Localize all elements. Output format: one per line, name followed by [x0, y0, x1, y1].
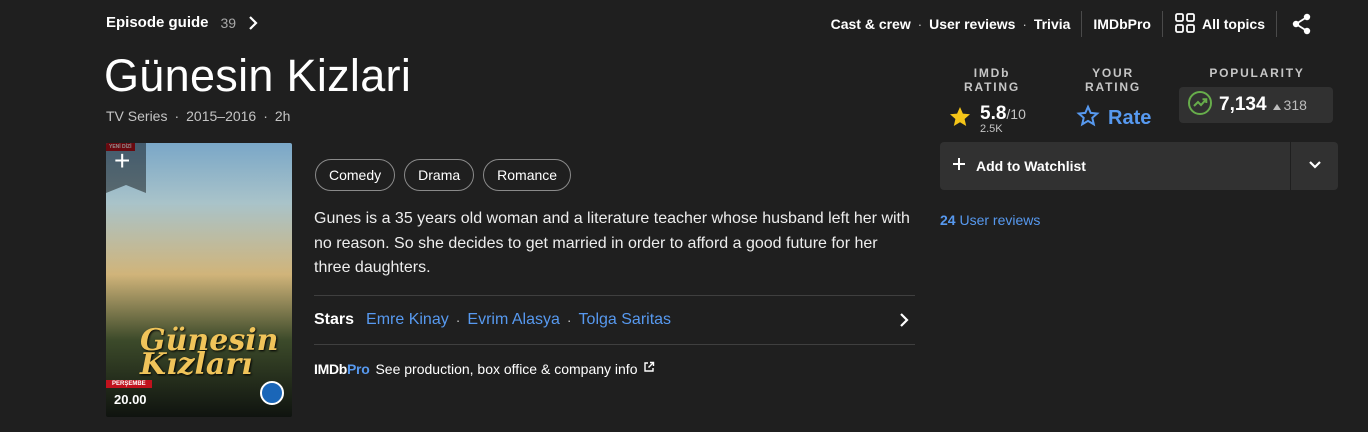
stars-separator: · [566, 312, 572, 328]
top-bar: Episode guide 39 Cast & crew · User revi… [106, 0, 1314, 48]
star-outline-icon [1076, 104, 1100, 133]
title-page: Episode guide 39 Cast & crew · User revi… [0, 0, 1368, 432]
popularity-change: 318 [1272, 97, 1307, 113]
genre-chip-romance[interactable]: Romance [483, 159, 572, 191]
popularity-delta: 318 [1283, 97, 1307, 113]
imdb-rating-value: 5.8/10 2.5K [944, 103, 1040, 135]
imdbpro-info-text: See production, box office & company inf… [375, 361, 638, 377]
plot-summary: Gunes is a 35 years old woman and a lite… [314, 210, 910, 276]
chevron-right-icon [899, 313, 909, 327]
popularity-rank: 7,134 [1219, 94, 1267, 115]
release-years: 2015–2016 [186, 108, 257, 124]
imdb-score-number: 5.8 [980, 103, 1007, 124]
title-type: TV Series [106, 108, 168, 124]
imdb-rating-heading: IMDb RATING [964, 66, 1020, 94]
chevron-right-icon [248, 15, 258, 30]
rate-button[interactable]: Rate [1064, 104, 1162, 133]
stars-separator: · [455, 312, 461, 328]
popularity-block: POPULARITY 7,134 318 [1179, 66, 1334, 123]
star-link[interactable]: Emre Kinay [366, 311, 449, 329]
imdbpro-logo-b: Pro [347, 361, 370, 377]
user-reviews-count: 24 [940, 212, 956, 228]
nav-separator: · [1022, 16, 1027, 32]
poster-air-time: 20.00 [114, 392, 147, 407]
user-reviews-count-link[interactable]: 24 User reviews [940, 212, 1040, 228]
meta-separator: · [263, 108, 268, 124]
plus-icon: + [114, 145, 131, 176]
imdbpro-logo-a: IMDb [314, 361, 348, 377]
all-topics-label: All topics [1201, 16, 1265, 32]
episode-guide-label: Episode guide [106, 14, 209, 31]
nav-separator: · [917, 16, 923, 32]
star-icon [948, 105, 972, 134]
popularity-meter[interactable]: 7,134 318 [1179, 87, 1333, 123]
star-link[interactable]: Evrim Alasya [467, 311, 559, 329]
all-topics-button[interactable]: All topics [1174, 12, 1265, 37]
plus-icon [951, 156, 967, 177]
divider [314, 344, 915, 345]
trending-up-icon [1187, 90, 1213, 121]
user-reviews-label: User reviews [959, 212, 1041, 228]
caret-up-icon [1272, 97, 1281, 113]
poster-day-badge: PERŞEMBE [106, 380, 152, 388]
share-icon[interactable] [1290, 12, 1314, 36]
watchlist-dropdown-button[interactable] [1291, 142, 1338, 190]
poster-image[interactable]: YENİ DİZİ Günesin Kızları PERŞEMBE 20.00… [106, 143, 292, 417]
add-to-watchlist-label: Add to Watchlist [976, 158, 1086, 174]
stars-label: Stars [314, 311, 355, 328]
channel-logo [260, 381, 284, 405]
popularity-heading: POPULARITY [1209, 66, 1305, 80]
trivia-link[interactable]: Trivia [1034, 16, 1071, 32]
episode-count: 39 [220, 14, 237, 31]
genre-chip-comedy[interactable]: Comedy [315, 159, 396, 191]
your-rating-heading: YOUR RATING [1085, 66, 1141, 94]
nav-divider [1081, 11, 1083, 37]
imdb-rating-block[interactable]: IMDb RATING 5.8/10 2.5K [944, 66, 1040, 135]
title-topics-nav: Cast & crew · User reviews · Trivia IMDb… [831, 8, 1314, 40]
imdbpro-link[interactable]: IMDbPro [1093, 16, 1151, 32]
genre-chips: Comedy Drama Romance [315, 159, 572, 191]
page-title: Günesin Kizlari [104, 50, 412, 101]
star-link[interactable]: Tolga Saritas [579, 311, 672, 329]
title-metadata: TV Series · 2015–2016 · 2h [106, 108, 290, 124]
episode-guide-link[interactable]: Episode guide 39 [106, 14, 258, 31]
nav-divider [1276, 11, 1277, 37]
external-link-icon [643, 360, 655, 378]
chevron-down-icon [1308, 157, 1322, 175]
imdb-score: 5.8/10 2.5K [980, 103, 1026, 135]
imdbpro-logo: IMDbPro [314, 361, 370, 377]
your-rating-block: YOUR RATING Rate [1064, 66, 1162, 133]
poster-logo-text: Günesin Kızları [140, 323, 279, 382]
watchlist-control: Add to Watchlist [940, 142, 1338, 190]
ratings-bar: IMDb RATING 5.8/10 2.5K YOUR RATING Rate [940, 66, 1338, 135]
add-to-watchlist-button[interactable]: Add to Watchlist [940, 142, 1290, 190]
rate-label: Rate [1108, 107, 1152, 129]
grid-icon [1174, 12, 1196, 37]
runtime: 2h [274, 108, 291, 124]
imdb-score-max: /10 [1006, 106, 1026, 122]
stars-row[interactable]: Stars Emre Kinay · Evrim Alasya · Tolga … [314, 296, 915, 344]
user-reviews-link[interactable]: User reviews [929, 16, 1015, 32]
meta-separator: · [174, 108, 180, 124]
nav-divider [1161, 11, 1163, 37]
imdbpro-info-link[interactable]: IMDbPro See production, box office & com… [314, 360, 655, 378]
cast-crew-link[interactable]: Cast & crew [831, 16, 911, 32]
genre-chip-drama[interactable]: Drama [404, 159, 475, 191]
